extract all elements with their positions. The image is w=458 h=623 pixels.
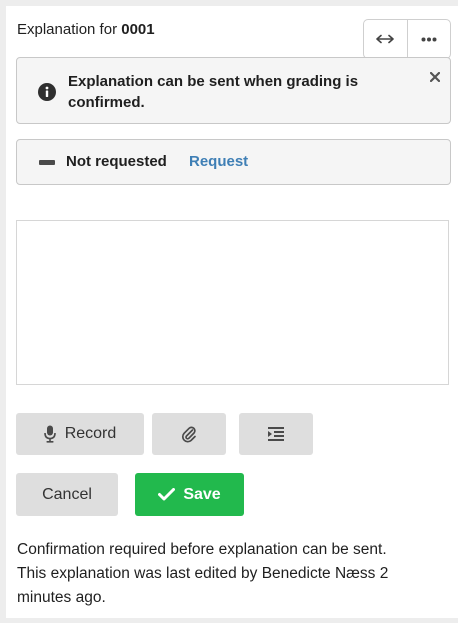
- title-id: 0001: [121, 21, 155, 38]
- close-notice-button[interactable]: [428, 70, 442, 84]
- cancel-button[interactable]: Cancel: [16, 473, 118, 516]
- cancel-label: Cancel: [42, 485, 92, 503]
- info-notice: Explanation can be sent when grading is …: [16, 57, 451, 124]
- panel-title: Explanation for 0001: [17, 21, 155, 38]
- close-icon: [430, 72, 440, 82]
- header-button-group: [363, 19, 451, 59]
- indent-button[interactable]: [239, 413, 313, 455]
- last-edited-text: This explanation was last edited by Bene…: [17, 565, 389, 606]
- ellipsis-icon: [421, 37, 437, 41]
- more-options-button[interactable]: [406, 20, 451, 58]
- save-button[interactable]: Save: [135, 473, 244, 516]
- record-label: Record: [64, 425, 117, 442]
- notice-text: Explanation can be sent when grading is …: [68, 73, 359, 111]
- checkmark-icon: [158, 488, 176, 501]
- request-link[interactable]: Request: [189, 153, 248, 170]
- explanation-editor[interactable]: [16, 220, 449, 385]
- explanation-panel: Explanation for 0001 Explanation can be …: [6, 6, 458, 618]
- expand-button[interactable]: [364, 20, 407, 58]
- microphone-icon: [43, 425, 56, 443]
- attach-file-button[interactable]: [152, 413, 226, 455]
- footer-status: Confirmation required before explanation…: [17, 538, 442, 610]
- info-circle-icon: [38, 83, 56, 101]
- title-prefix: Explanation for: [17, 21, 118, 38]
- record-button[interactable]: Record: [16, 413, 144, 455]
- save-label: Save: [183, 485, 221, 503]
- request-status: Not requested: [66, 153, 167, 170]
- paperclip-icon: [181, 426, 196, 443]
- indent-icon: [268, 427, 284, 441]
- horizontal-arrows-icon: [376, 34, 395, 44]
- confirmation-text: Confirmation required before explanation…: [17, 541, 387, 558]
- request-status-box: Not requested Request: [16, 139, 451, 185]
- dash-icon: [39, 160, 55, 165]
